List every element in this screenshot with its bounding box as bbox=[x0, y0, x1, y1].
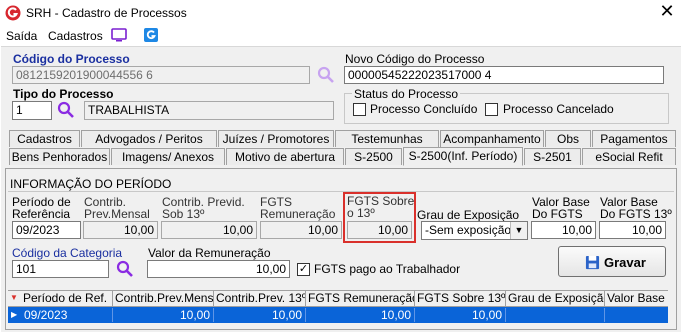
contrib-previd-13-label: Contrib. Previd. Sob 13º bbox=[162, 195, 245, 221]
grid-col-contrib-mensal[interactable]: Contrib.Prev.Mensal bbox=[113, 291, 214, 306]
chevron-down-icon[interactable]: ▼ bbox=[510, 222, 527, 239]
fgts-pago-label: FGTS pago ao Trabalhador bbox=[314, 262, 461, 276]
tab-obs[interactable]: Obs bbox=[545, 130, 591, 147]
tipo-processo-description-field: TRABALHISTA bbox=[84, 101, 334, 120]
window-title: SRH - Cadastro de Processos bbox=[26, 6, 187, 20]
monitor-icon[interactable] bbox=[111, 27, 127, 43]
menu-cadastros[interactable]: Cadastros bbox=[48, 29, 103, 43]
grid-col-fgts-remuneracao[interactable]: FGTS Remuneração bbox=[306, 291, 415, 306]
grid-cell-fgts-13: 10,00 bbox=[415, 308, 506, 322]
valor-base-fgts-13-field[interactable]: 10,00 bbox=[599, 221, 666, 239]
tab-s2500[interactable]: S-2500 bbox=[345, 148, 402, 165]
tab-motivo-abertura[interactable]: Motivo de abertura bbox=[226, 148, 344, 165]
fgts-remuneracao-field: 10,00 bbox=[260, 221, 342, 239]
codigo-processo-field[interactable]: 0812159201900044556 6 bbox=[12, 66, 310, 84]
periodo-ref-field[interactable]: 09/2023 bbox=[12, 221, 81, 239]
menu-saida[interactable]: Saída bbox=[6, 29, 37, 43]
grid-cell-grau-exposicao bbox=[506, 308, 605, 322]
contrib-prev-mensal-field: 10,00 bbox=[83, 221, 158, 239]
grau-exposicao-label: Grau de Exposição bbox=[417, 208, 520, 222]
tab-pagamentos[interactable]: Pagamentos bbox=[592, 130, 676, 147]
processo-concluido-checkbox[interactable] bbox=[353, 103, 366, 116]
tab-esocial-refit[interactable]: eSocial Refit bbox=[582, 148, 676, 165]
valor-remuneracao-field[interactable]: 10,00 bbox=[147, 260, 290, 278]
tab-s2501[interactable]: S-2501 bbox=[524, 148, 581, 165]
codigo-categoria-label: Código da Categoria bbox=[12, 246, 123, 260]
valor-base-fgts-field[interactable]: 10,00 bbox=[531, 221, 596, 239]
tab-advogados-peritos[interactable]: Advogados / Peritos bbox=[81, 130, 217, 147]
processo-cancelado-label: Processo Cancelado bbox=[503, 102, 614, 116]
tipo-processo-code-field[interactable]: 1 bbox=[12, 101, 52, 120]
app-logo-icon bbox=[5, 5, 21, 21]
grid-cell-fgts-remuneracao: 10,00 bbox=[306, 308, 415, 322]
fgts-pago-checkbox[interactable]: ✓ bbox=[297, 263, 310, 276]
tab-imagens-anexos[interactable]: Imagens/ Anexos bbox=[111, 148, 225, 165]
sort-arrow-icon: ▼ bbox=[10, 293, 18, 302]
tab-bens-penhorados[interactable]: Bens Penhorados bbox=[9, 148, 110, 165]
grid-col-fgts-13[interactable]: FGTS Sobre 13º bbox=[415, 291, 506, 306]
close-button[interactable]: ✕ bbox=[656, 2, 678, 24]
tab-acompanhamento[interactable]: Acompanhamento bbox=[440, 130, 544, 147]
tab-juizes-promotores[interactable]: Juízes / Promotores bbox=[218, 130, 334, 147]
search-icon[interactable] bbox=[116, 260, 134, 278]
grid-col-contrib-13[interactable]: Contrib.Prev. 13º bbox=[214, 291, 306, 306]
grid-col-grau-exposicao[interactable]: Grau de Exposição bbox=[506, 291, 605, 306]
tab-s2500-inf-periodo[interactable]: S-2500(Inf. Período) bbox=[403, 147, 523, 166]
grid-cell-contrib-13: 10,00 bbox=[214, 308, 306, 322]
grid-cell-periodo: 09/2023 bbox=[21, 308, 113, 322]
gravar-button[interactable]: Gravar bbox=[558, 246, 666, 277]
codigo-processo-label: Código do Processo bbox=[13, 52, 130, 66]
novo-codigo-label: Novo Código do Processo bbox=[345, 52, 485, 66]
valor-remuneracao-label: Valor da Remuneração bbox=[148, 246, 271, 260]
contrib-prev-mensal-label: Contrib. Prev.Mensal bbox=[84, 195, 150, 221]
status-processo-title: Status do Processo bbox=[352, 87, 461, 101]
search-icon[interactable] bbox=[57, 101, 75, 119]
fgts-remuneracao-label: FGTS Remuneração bbox=[260, 195, 336, 221]
g-app-icon[interactable] bbox=[143, 27, 159, 43]
row-indicator-icon: ▶ bbox=[11, 310, 18, 319]
highlight-box bbox=[343, 192, 416, 243]
grid-col-valor-base[interactable]: Valor Base bbox=[605, 291, 667, 306]
grid-cell-valor-base bbox=[605, 308, 667, 322]
gravar-label: Gravar bbox=[604, 255, 646, 270]
save-disk-icon bbox=[585, 255, 600, 270]
grid-cell-contrib-mensal: 10,00 bbox=[113, 308, 214, 322]
valor-base-fgts-13-label: Valor Base Do FGTS 13º bbox=[600, 195, 672, 221]
tab-testemunhas[interactable]: Testemunhas bbox=[335, 130, 439, 147]
section-divider bbox=[8, 191, 674, 192]
tab-cadastros[interactable]: Cadastros bbox=[9, 130, 80, 147]
grid-col-periodo[interactable]: Período de Ref. bbox=[21, 291, 113, 306]
section-title: INFORMAÇÃO DO PERÍODO bbox=[10, 177, 172, 191]
codigo-categoria-field[interactable]: 101 bbox=[12, 260, 109, 278]
novo-codigo-field[interactable]: 00000545222023517000 4 bbox=[344, 66, 664, 84]
search-icon[interactable] bbox=[317, 66, 335, 84]
processo-concluido-label: Processo Concluído bbox=[370, 102, 478, 116]
processo-cancelado-checkbox[interactable] bbox=[485, 103, 498, 116]
contrib-previd-13-field: 10,00 bbox=[161, 221, 257, 239]
tipo-processo-label: Tipo do Processo bbox=[13, 87, 114, 101]
valor-base-fgts-label: Valor Base Do FGTS bbox=[532, 195, 590, 221]
periodo-ref-label: Período de Referência bbox=[12, 195, 71, 221]
